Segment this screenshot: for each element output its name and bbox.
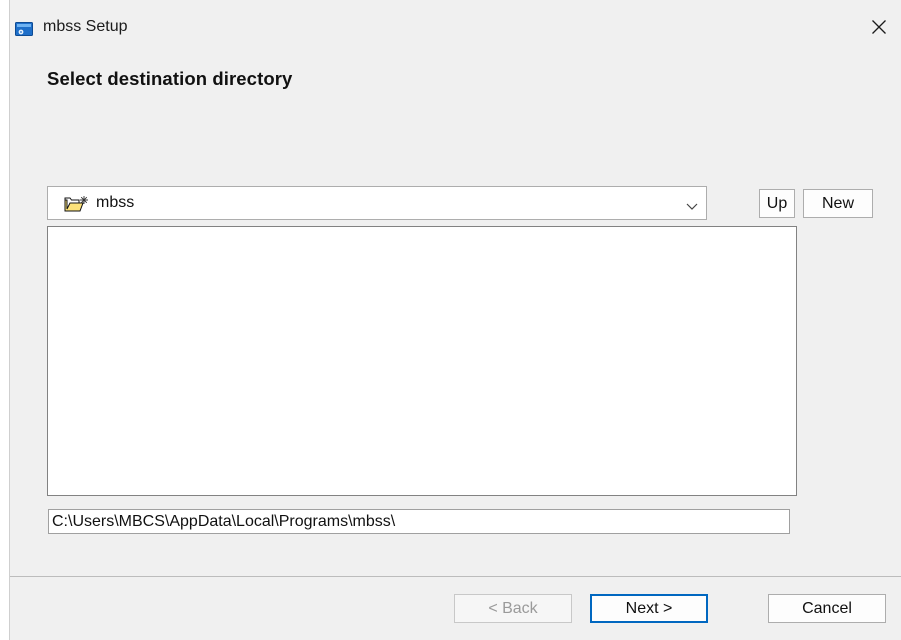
new-folder-button[interactable]: New xyxy=(803,189,873,218)
back-button[interactable]: < Back xyxy=(454,594,572,623)
selected-folder-label: mbss xyxy=(96,194,135,211)
title-bar: mbss Setup xyxy=(10,0,901,58)
next-button[interactable]: Next > xyxy=(590,594,708,623)
destination-path-input[interactable] xyxy=(48,509,790,534)
installer-app-icon xyxy=(15,21,33,37)
footer-divider xyxy=(10,576,901,577)
close-button[interactable] xyxy=(856,0,901,58)
new-folder-icon xyxy=(64,195,90,213)
chevron-down-icon[interactable] xyxy=(686,198,698,210)
cancel-button[interactable]: Cancel xyxy=(768,594,886,623)
directory-dropdown[interactable]: mbss xyxy=(47,186,707,220)
directory-list[interactable] xyxy=(47,226,797,496)
setup-window: mbss Setup Select destination directory … xyxy=(9,0,901,640)
page-heading: Select destination directory xyxy=(47,68,293,89)
window-title: mbss Setup xyxy=(43,18,128,35)
up-button[interactable]: Up xyxy=(759,189,795,218)
close-icon xyxy=(871,19,887,40)
